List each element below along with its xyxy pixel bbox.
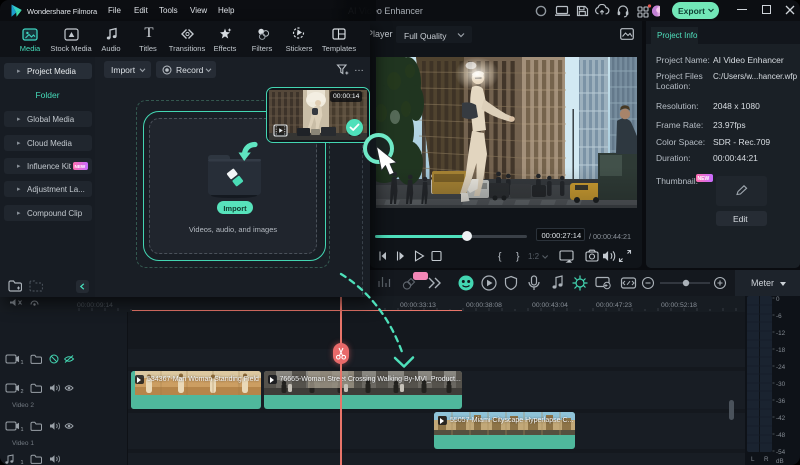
svg-text:-42: -42 — [776, 415, 786, 422]
svg-text:00:00:09:14: 00:00:09:14 — [77, 302, 113, 309]
svg-text:00:00:43:04: 00:00:43:04 — [532, 302, 568, 309]
svg-text:-48: -48 — [776, 432, 786, 439]
svg-text:Video 1: Video 1 — [12, 440, 34, 447]
svg-text:1: 1 — [21, 427, 24, 433]
svg-text:-12: -12 — [776, 330, 786, 337]
svg-text:00:00:38:08: 00:00:38:08 — [466, 302, 502, 309]
svg-text:00:00:47:23: 00:00:47:23 — [596, 302, 632, 309]
svg-text:1:2: 1:2 — [528, 252, 540, 261]
svg-text:00:00:52:18: 00:00:52:18 — [661, 302, 697, 309]
svg-text:1: 1 — [21, 360, 24, 366]
svg-text:-54: -54 — [776, 449, 786, 456]
svg-text:2: 2 — [21, 389, 24, 395]
svg-text:-36: -36 — [776, 398, 786, 405]
svg-text:1: 1 — [21, 460, 24, 465]
svg-text:R: R — [764, 456, 769, 463]
svg-text:0: 0 — [776, 296, 780, 303]
svg-text:Video 2: Video 2 — [12, 402, 34, 409]
svg-text:}: } — [516, 251, 520, 263]
svg-text:-18: -18 — [776, 347, 786, 354]
svg-text:{: { — [498, 251, 502, 263]
svg-text:-30: -30 — [776, 381, 786, 388]
svg-text:-24: -24 — [776, 364, 786, 371]
svg-text:-6: -6 — [776, 313, 782, 320]
svg-text:L: L — [751, 456, 755, 463]
svg-text:dB: dB — [776, 458, 784, 465]
